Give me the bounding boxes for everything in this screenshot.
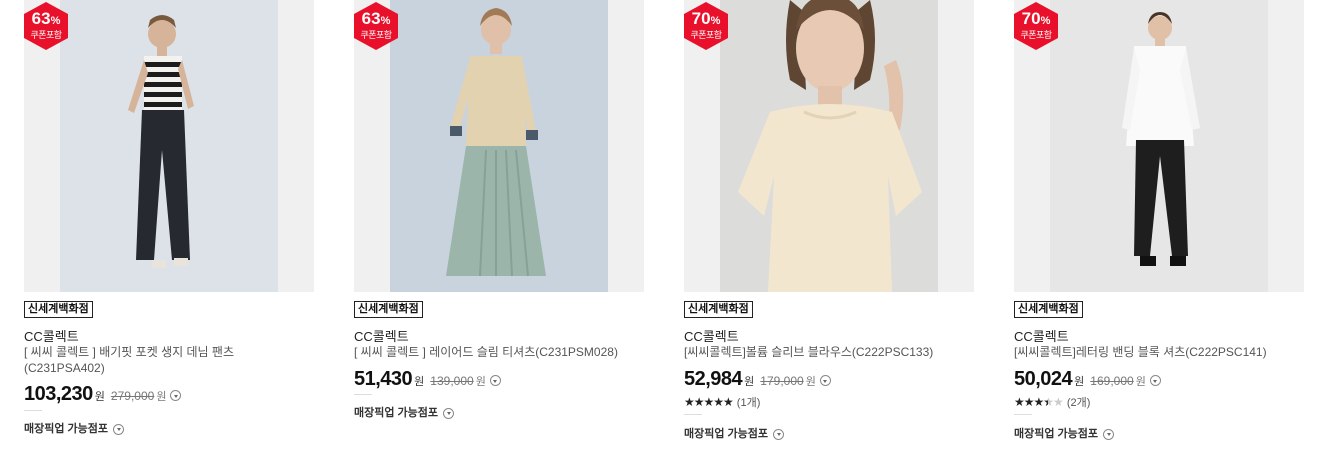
currency-label: 원 <box>414 376 425 388</box>
review-count: (2개) <box>1066 397 1091 409</box>
divider <box>354 394 372 395</box>
model-photo <box>390 0 608 292</box>
price-info-dropdown-icon[interactable] <box>819 375 831 386</box>
product-card[interactable]: 63% 쿠폰포함 신세계백화점 CC콜렉트 [ 씨씨 콜렉트 ] 레이어드 슬림… <box>354 0 644 419</box>
star-rating-icon: ★★★★★★ <box>1014 395 1064 409</box>
divider <box>24 410 42 411</box>
discount-badge: 63% 쿠폰포함 <box>24 2 68 50</box>
discount-percent: 70 <box>691 9 711 28</box>
original-price: 169,000 <box>1090 374 1134 388</box>
discount-badge: 70% 쿠폰포함 <box>1014 2 1058 50</box>
product-image[interactable]: 63% 쿠폰포함 <box>24 0 314 292</box>
brand-name[interactable]: CC콜렉트 <box>24 326 79 345</box>
currency-label: 원 <box>744 376 755 388</box>
sale-price: 52,984 <box>684 368 743 390</box>
price-info-dropdown-icon[interactable] <box>170 390 182 401</box>
product-name[interactable]: [ 씨씨 콜렉트 ] 레이어드 슬림 티셔츠(C231PSM028) <box>354 344 644 360</box>
discount-badge: 63% 쿠폰포함 <box>354 2 398 50</box>
store-pickup-label: 매장픽업 가능점포 <box>684 428 769 440</box>
product-card[interactable]: 70% 쿠폰포함 신세계백화점 CC콜렉트 [씨씨콜렉트]볼륨 슬리브 블라우스… <box>684 0 974 440</box>
price-row: 51,430 원 139,000 원 <box>354 368 501 391</box>
store-tag: 신세계백화점 <box>1014 301 1083 318</box>
store-pickup-button[interactable]: 매장픽업 가능점포 <box>354 404 455 420</box>
discount-badge: 70% 쿠폰포함 <box>684 2 728 50</box>
chevron-down-icon[interactable] <box>113 423 125 435</box>
coupon-included: 쿠폰포함 <box>30 30 62 40</box>
store-pickup-label: 매장픽업 가능점포 <box>1014 428 1099 440</box>
model-photo <box>60 0 278 292</box>
discount-unit: % <box>710 15 721 27</box>
sale-price: 103,230 <box>24 383 93 405</box>
divider <box>684 414 702 415</box>
brand-name[interactable]: CC콜렉트 <box>684 326 739 345</box>
store-tag: 신세계백화점 <box>354 301 423 318</box>
rating[interactable]: ★★★★★★ (2개) <box>1014 394 1090 410</box>
star-rating-icon: ★★★★★ <box>684 395 734 409</box>
original-price: 279,000 <box>110 389 155 403</box>
store-pickup-button[interactable]: 매장픽업 가능점포 <box>24 420 125 436</box>
store-tag: 신세계백화점 <box>24 301 93 318</box>
rating[interactable]: ★★★★★ (1개) <box>684 394 760 410</box>
coupon-included: 쿠폰포함 <box>1020 30 1052 40</box>
currency-label: 원 <box>94 391 105 403</box>
discount-unit: % <box>380 15 391 27</box>
price-info-dropdown-icon[interactable] <box>489 375 501 386</box>
product-image[interactable]: 70% 쿠폰포함 <box>1014 0 1304 292</box>
price-row: 103,230 원 279,000 원 <box>24 383 182 406</box>
currency-label: 원 <box>156 391 167 403</box>
product-name[interactable]: [씨씨콜렉트]레터링 밴딩 블록 셔츠(C222PSC141) <box>1014 344 1304 360</box>
sale-price: 51,430 <box>354 368 413 390</box>
review-count: (1개) <box>736 397 761 409</box>
discount-percent: 63 <box>361 9 381 28</box>
price-info-dropdown-icon[interactable] <box>1149 375 1161 386</box>
sale-price: 50,024 <box>1014 368 1073 390</box>
chevron-down-icon[interactable] <box>443 407 455 419</box>
model-photo <box>720 0 938 292</box>
currency-label: 원 <box>475 376 486 388</box>
product-card[interactable]: 70% 쿠폰포함 신세계백화점 CC콜렉트 [씨씨콜렉트]레터링 밴딩 블록 셔… <box>1014 0 1304 440</box>
brand-name[interactable]: CC콜렉트 <box>354 326 409 345</box>
model-photo <box>1050 0 1268 292</box>
store-pickup-button[interactable]: 매장픽업 가능점포 <box>684 425 785 441</box>
store-tag: 신세계백화점 <box>684 301 753 318</box>
currency-label: 원 <box>1074 376 1085 388</box>
coupon-included: 쿠폰포함 <box>360 30 392 40</box>
product-image[interactable]: 70% 쿠폰포함 <box>684 0 974 292</box>
discount-percent: 63 <box>31 9 51 28</box>
product-name[interactable]: [ 씨씨 콜렉트 ] 배기핏 포켓 생지 데님 팬츠(C231PSA402) <box>24 344 314 376</box>
store-pickup-label: 매장픽업 가능점포 <box>24 423 109 435</box>
product-card[interactable]: 63% 쿠폰포함 신세계백화점 CC콜렉트 [ 씨씨 콜렉트 ] 배기핏 포켓 … <box>24 0 314 435</box>
discount-unit: % <box>1040 15 1051 27</box>
currency-label: 원 <box>1135 376 1146 388</box>
discount-unit: % <box>50 15 61 27</box>
product-image[interactable]: 63% 쿠폰포함 <box>354 0 644 292</box>
store-pickup-button[interactable]: 매장픽업 가능점포 <box>1014 425 1115 441</box>
store-pickup-label: 매장픽업 가능점포 <box>354 407 439 419</box>
chevron-down-icon[interactable] <box>1103 428 1115 440</box>
product-name[interactable]: [씨씨콜렉트]볼륨 슬리브 블라우스(C222PSC133) <box>684 344 974 360</box>
price-row: 52,984 원 179,000 원 <box>684 368 831 391</box>
discount-percent: 70 <box>1021 9 1041 28</box>
coupon-included: 쿠폰포함 <box>690 30 722 40</box>
divider <box>1014 414 1032 415</box>
price-row: 50,024 원 169,000 원 <box>1014 368 1161 391</box>
brand-name[interactable]: CC콜렉트 <box>1014 326 1069 345</box>
original-price: 179,000 <box>760 374 804 388</box>
chevron-down-icon[interactable] <box>773 428 785 440</box>
currency-label: 원 <box>805 376 816 388</box>
original-price: 139,000 <box>430 374 474 388</box>
